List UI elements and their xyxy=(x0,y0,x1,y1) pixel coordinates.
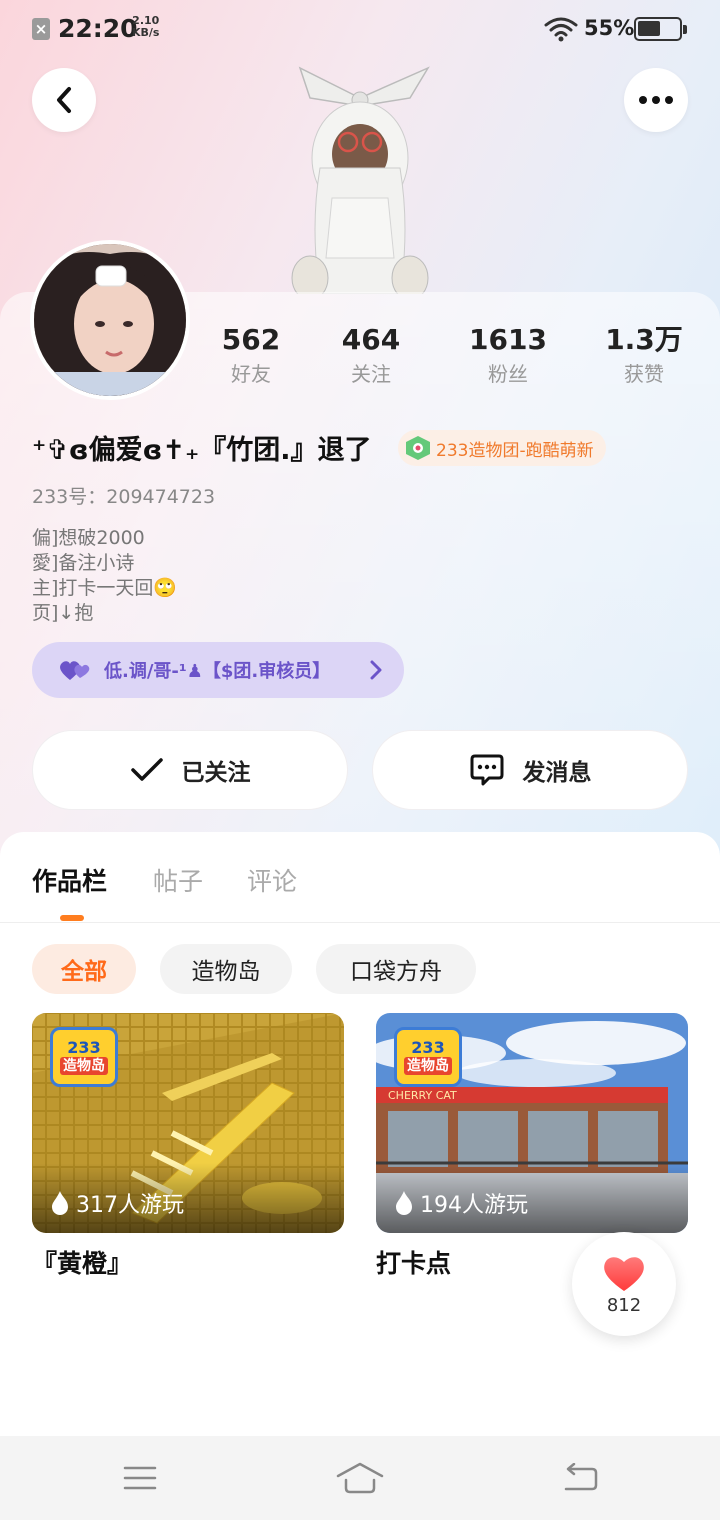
stat-friends[interactable]: 562 好友 xyxy=(196,322,306,390)
home-nav-button[interactable] xyxy=(336,1456,384,1500)
user-id: 233号：209474723 xyxy=(32,486,216,508)
back-button[interactable] xyxy=(32,68,96,132)
cafe-sign-text: CHERRY CAT xyxy=(388,1089,457,1102)
filter-pocket-ark[interactable]: 口袋方舟 xyxy=(316,944,476,994)
play-count: 194人游玩 xyxy=(394,1187,528,1219)
logo-line-1: 233 xyxy=(67,1038,101,1057)
tab-posts[interactable]: 帖子 xyxy=(153,862,203,898)
battery-fill xyxy=(638,21,660,36)
status-time: 22:20 xyxy=(58,14,138,43)
battery-percent: 55% xyxy=(584,16,635,40)
back-arrow-icon xyxy=(57,87,71,113)
more-dots-icon xyxy=(639,96,673,104)
stat-value: 562 xyxy=(221,323,281,356)
filter-creation-island[interactable]: 造物岛 xyxy=(160,944,292,994)
creation-island-logo: 233 造物岛 xyxy=(50,1027,118,1087)
follow-button[interactable]: 已关注 xyxy=(32,730,348,810)
work-title[interactable]: 『黄橙』 xyxy=(32,1244,132,1280)
more-button[interactable] xyxy=(624,68,688,132)
tab-works[interactable]: 作品栏 xyxy=(32,862,107,898)
stat-value: 1613 xyxy=(469,323,547,356)
notification-x-icon: × xyxy=(32,18,50,40)
bio-line: 愛]备注小诗 xyxy=(32,552,135,574)
return-icon xyxy=(564,1463,598,1491)
flame-icon xyxy=(396,1191,412,1215)
stat-fans[interactable]: 1613 粉丝 xyxy=(453,322,563,390)
stat-value: 464 xyxy=(341,323,401,356)
logo-line-2: 造物岛 xyxy=(404,1057,452,1075)
menu-icon xyxy=(123,1466,157,1490)
team-badge[interactable]: 233造物团-跑酷萌新 xyxy=(398,430,606,466)
follow-button-label: 已关注 xyxy=(181,760,251,786)
play-count: 317人游玩 xyxy=(50,1187,184,1219)
team-hex-icon xyxy=(406,436,430,460)
creation-island-logo: 233 造物岛 xyxy=(394,1027,462,1087)
stat-likes[interactable]: 1.3万 获赞 xyxy=(589,322,699,390)
status-bar: × 22:20 2.10 KB/s 55% xyxy=(0,0,720,58)
menu-nav-button[interactable] xyxy=(116,1456,164,1500)
avatar-photo xyxy=(34,244,186,396)
chat-bubble-icon xyxy=(470,754,503,786)
filter-all[interactable]: 全部 xyxy=(32,944,136,994)
guild-label: 低.调/哥-¹♟【$团.审核员】 xyxy=(104,661,331,682)
user-avatar[interactable] xyxy=(30,240,190,400)
stat-following[interactable]: 464 关注 xyxy=(316,322,426,390)
battery-icon xyxy=(634,17,687,41)
chevron-right-icon xyxy=(370,660,382,680)
message-button[interactable]: 发消息 xyxy=(372,730,688,810)
tab-indicator xyxy=(60,915,84,921)
logo-line-2: 造物岛 xyxy=(60,1057,108,1075)
logo-line-1: 233 xyxy=(411,1038,445,1057)
checkmark-icon xyxy=(130,758,163,781)
flame-icon xyxy=(52,1191,68,1215)
guild-pill[interactable]: 低.调/哥-¹♟【$团.审核员】 xyxy=(32,642,404,698)
character-avatar[interactable] xyxy=(280,58,440,294)
user-bio: 偏]想破2000 愛]备注小诗 主]打卡一天回🙄 页]↓抱 xyxy=(32,526,177,626)
play-count-label: 317人游玩 xyxy=(76,1193,184,1218)
work-title[interactable]: 打卡点 xyxy=(376,1244,451,1280)
network-speed-unit: KB/s xyxy=(132,26,160,39)
stat-value: 1.3万 xyxy=(605,323,683,356)
like-count: 812 xyxy=(606,1294,642,1316)
team-badge-label: 233造物团-跑酷萌新 xyxy=(436,440,594,461)
stat-label: 获赞 xyxy=(624,362,664,386)
double-heart-icon xyxy=(60,661,90,680)
back-nav-button[interactable] xyxy=(556,1456,604,1500)
wifi-icon xyxy=(544,17,578,42)
stat-label: 粉丝 xyxy=(488,362,528,386)
work-card[interactable]: CHERRY CAT 233 造物岛 194人游玩 xyxy=(376,1013,688,1233)
bio-line: 偏]想破2000 xyxy=(32,527,145,549)
play-count-label: 194人游玩 xyxy=(420,1193,528,1218)
work-card[interactable]: 233 造物岛 317人游玩 xyxy=(32,1013,344,1233)
like-button[interactable]: 812 xyxy=(572,1232,676,1336)
stat-label: 关注 xyxy=(351,362,391,386)
user-nickname: ⁺✞ɞ偏爱ɞ✝₊『竹团.』退了 xyxy=(32,435,372,466)
network-speed: 2.10 KB/s xyxy=(132,15,159,39)
message-button-label: 发消息 xyxy=(522,760,592,786)
tab-divider xyxy=(0,922,720,923)
heart-icon xyxy=(604,1256,644,1291)
tab-comments[interactable]: 评论 xyxy=(247,862,297,898)
home-icon xyxy=(336,1462,384,1494)
bio-line: 页]↓抱 xyxy=(32,602,94,624)
bio-line: 主]打卡一天回🙄 xyxy=(32,577,178,599)
stat-label: 好友 xyxy=(231,362,271,386)
